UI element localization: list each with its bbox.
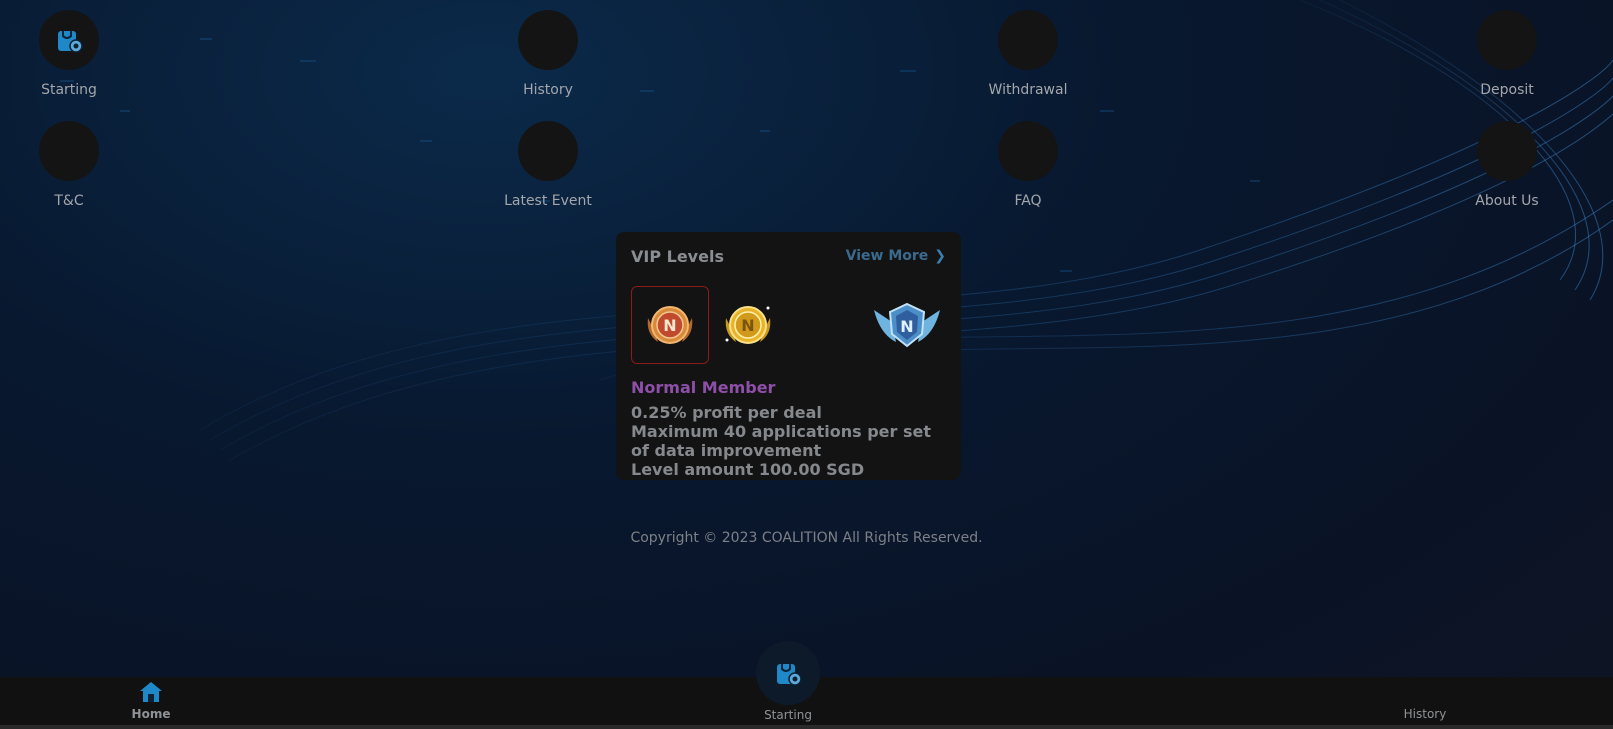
- vip-detail-line: Level amount 100.00 SGD: [631, 460, 865, 479]
- vip-header: VIP Levels View More ❯: [631, 246, 946, 266]
- vip-title: VIP Levels: [631, 246, 724, 266]
- nav-starting-button[interactable]: [756, 641, 820, 705]
- history-icon: [518, 10, 578, 70]
- gold-n-badge-icon: N: [725, 306, 771, 344]
- winged-n-badge-icon: N: [874, 302, 940, 348]
- vip-detail-line: Maximum 40 applications per set: [631, 422, 932, 441]
- deposit-icon: [1477, 10, 1537, 70]
- menu-label: History: [523, 82, 573, 98]
- nav-home-label: Home: [131, 707, 171, 721]
- menu-label: Latest Event: [504, 193, 592, 209]
- nav-starting-label: Starting: [764, 708, 812, 722]
- svg-text:N: N: [741, 316, 754, 335]
- menu-item-tc[interactable]: T&C: [9, 121, 129, 209]
- svg-text:N: N: [663, 316, 676, 335]
- shopping-bag-icon: [58, 31, 83, 53]
- copyright-text: Copyright © 2023 COALITION All Rights Re…: [630, 530, 983, 546]
- withdrawal-icon: [998, 10, 1058, 70]
- nav-history[interactable]: History: [1390, 707, 1460, 721]
- view-more-label: View More: [845, 248, 929, 264]
- view-more-link[interactable]: View More ❯: [846, 248, 946, 264]
- menu-item-withdrawal[interactable]: Withdrawal: [968, 10, 1088, 98]
- bottom-divider: [0, 725, 1613, 729]
- home-icon: [140, 682, 162, 702]
- vip-details: 0.25% profit per deal Maximum 40 applica…: [631, 403, 946, 479]
- menu-item-deposit[interactable]: Deposit: [1447, 10, 1567, 98]
- menu-item-about-us[interactable]: About Us: [1447, 121, 1567, 209]
- event-icon: [518, 121, 578, 181]
- menu-label: About Us: [1475, 193, 1539, 209]
- svg-text:N: N: [900, 317, 913, 336]
- vip-detail-line: of data improvement: [631, 441, 822, 460]
- terms-icon: [39, 121, 99, 181]
- menu-label: Deposit: [1480, 82, 1534, 98]
- menu-label: T&C: [54, 193, 84, 209]
- bronze-n-badge-icon: N: [647, 306, 693, 344]
- vip-levels-card: VIP Levels View More ❯ N N N Normal Memb…: [616, 232, 961, 480]
- menu-label: Withdrawal: [988, 82, 1068, 98]
- vip-badges: N N N: [631, 286, 946, 366]
- vip-detail-line: 0.25% profit per deal: [631, 403, 822, 422]
- menu-label: Starting: [41, 82, 97, 98]
- shopping-bag-icon: [777, 664, 802, 686]
- menu-item-faq[interactable]: FAQ: [968, 121, 1088, 209]
- menu-item-history[interactable]: History: [488, 10, 608, 98]
- nav-starting-label-wrap[interactable]: Starting: [748, 708, 828, 722]
- vip-badge-winged[interactable]: N: [868, 286, 946, 364]
- member-level-name: Normal Member: [631, 378, 776, 397]
- vip-badge-bronze[interactable]: N: [631, 286, 709, 364]
- menu-item-starting[interactable]: Starting: [9, 10, 129, 98]
- faq-icon: [998, 121, 1058, 181]
- menu-icon-circle: [39, 10, 99, 70]
- chevron-right-icon: ❯: [934, 248, 946, 264]
- menu-label: FAQ: [1014, 193, 1042, 209]
- about-icon: [1477, 121, 1537, 181]
- menu-item-latest-event[interactable]: Latest Event: [488, 121, 608, 209]
- vip-badge-gold[interactable]: N: [709, 286, 787, 364]
- nav-history-label: History: [1403, 707, 1447, 721]
- nav-home[interactable]: Home: [121, 681, 181, 721]
